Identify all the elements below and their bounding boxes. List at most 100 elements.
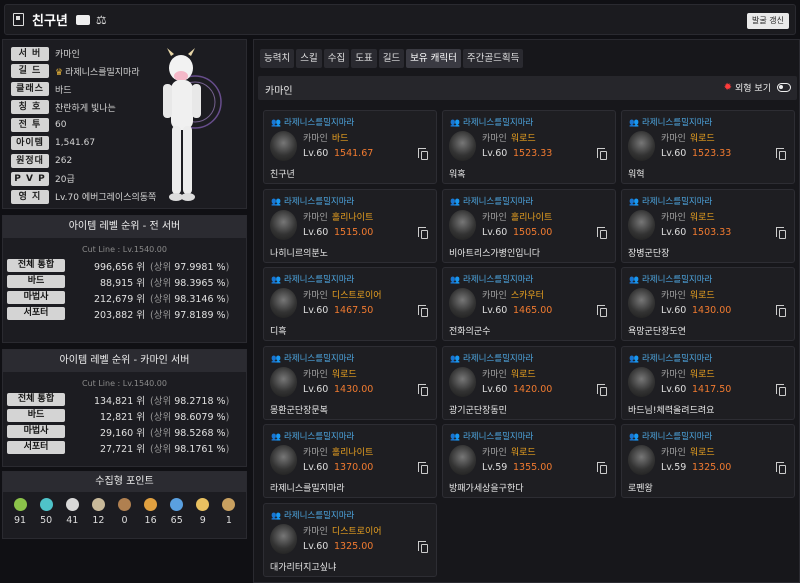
people-icon: 👥	[450, 353, 460, 363]
collectible-item[interactable]: 1	[217, 498, 241, 526]
tab-6[interactable]: 보유 캐릭터	[406, 49, 461, 68]
copy-icon[interactable]	[597, 383, 607, 396]
copy-icon[interactable]	[418, 462, 428, 474]
copy-icon[interactable]	[597, 226, 607, 239]
character-card[interactable]: 👥 라제니스를밀지마라 카마인 스카우터 Lv.60 1465.00 전화의군수	[442, 267, 616, 341]
profile-value: 카마인	[55, 47, 80, 60]
tab-3[interactable]: 수집	[323, 49, 350, 68]
copy-icon[interactable]	[776, 305, 786, 317]
rank-percent: (상위 98.1761 %)	[150, 441, 229, 455]
tab-5[interactable]: 길드	[378, 49, 405, 68]
card-server-class: 카마인 홀리나이트	[482, 210, 552, 223]
collectible-item[interactable]: 0	[112, 498, 136, 526]
rank-pct-prefix: (상위	[150, 427, 172, 439]
character-portrait	[270, 288, 297, 318]
character-portrait	[628, 209, 655, 240]
card-item-level: 1420.00	[513, 383, 553, 395]
tab-7[interactable]: 주간골드획득	[462, 49, 524, 68]
card-guild: 👥 라제니스를밀지마라	[450, 430, 533, 442]
copy-icon[interactable]	[776, 226, 786, 239]
character-card[interactable]: 👥 라제니스를밀지마라 카마인 워로드 Lv.60 1430.00 욕망군단장도연	[621, 267, 795, 341]
profile-row: 서 버 카마인	[11, 46, 80, 61]
character-portrait	[628, 366, 655, 397]
rank-label: 바드	[7, 409, 65, 422]
card-guild-name: 라제니스를밀지마라	[283, 275, 355, 285]
profile-row: 영 지 Lv.70 에버그레이스의동쪽	[11, 189, 156, 204]
card-server: 카마인	[303, 134, 328, 144]
collectible-item[interactable]: 41	[60, 498, 84, 526]
collectible-count: 50	[40, 515, 53, 526]
copy-icon[interactable]	[418, 540, 428, 553]
card-class: 워로드	[689, 448, 715, 458]
character-card[interactable]: 👥 라제니스를밀지마라 카마인 워로드 Lv.60 1420.00 광기군단장동민	[442, 345, 616, 420]
collectible-item[interactable]: 12	[86, 498, 110, 526]
card-class: 바드	[331, 134, 349, 144]
scale-icon[interactable]: ⚖	[96, 13, 107, 27]
rank-percent: (상위 97.9981 %)	[150, 259, 229, 273]
character-card[interactable]: 👥 라제니스를밀지마라 카마인 홀리나이트 Lv.60 1515.00 나히니르의분노	[263, 188, 437, 263]
collectible-item[interactable]: 91	[8, 498, 32, 526]
card-server-class: 카마인 워로드	[482, 445, 536, 458]
tab-4[interactable]: 도표	[351, 49, 377, 68]
copy-icon[interactable]	[418, 383, 428, 396]
collectible-item[interactable]: 9	[191, 498, 215, 526]
character-card[interactable]: 👥 라제니스를밀지마라 카마인 디스트로이어 Lv.60 1325.00 대가리터지고싶냐	[263, 502, 437, 577]
copy-icon[interactable]	[597, 305, 607, 317]
server-section-title: 카마인	[265, 86, 293, 97]
collectible-item[interactable]: 65	[165, 498, 189, 526]
bookmark-icon[interactable]	[13, 13, 24, 26]
copy-icon[interactable]	[776, 383, 786, 396]
character-portrait	[270, 523, 297, 554]
card-class: 워로드	[510, 134, 536, 144]
card-guild: 👥 라제니스를밀지마라	[450, 273, 533, 285]
tab-1[interactable]: 능력치	[260, 49, 295, 68]
copy-icon[interactable]	[418, 226, 428, 239]
card-guild: 👥 라제니스를밀지마라	[450, 116, 533, 128]
copy-icon[interactable]	[418, 305, 428, 317]
copy-icon[interactable]	[776, 148, 786, 160]
character-card[interactable]: 👥 라제니스를밀지마라 카마인 워로드 Lv.59 1325.00 로펜왕	[621, 424, 795, 498]
rank-pct-suffix: )	[225, 261, 230, 273]
collectible-count: 16	[144, 515, 157, 526]
rank-label: 전체 통합	[7, 259, 65, 272]
collectible-item[interactable]: 50	[34, 498, 58, 526]
character-card[interactable]: 👥 라제니스를밀지마라 카마인 워로드 Lv.60 1523.33 워혹	[442, 110, 616, 184]
character-card[interactable]: 👥 라제니스를밀지마라 카마인 디스트로이어 Lv.60 1467.50 디흑	[263, 267, 437, 341]
tab-2[interactable]: 스킬	[296, 49, 322, 68]
character-card[interactable]: 👥 라제니스를밀지마라 카마인 워로드 Lv.60 1523.33 워혁	[621, 110, 795, 184]
card-level: Lv.60	[303, 383, 329, 395]
id-card-icon[interactable]	[75, 14, 90, 25]
profile-key: 클래스	[11, 82, 49, 97]
rank-all-cutline: Cut Line : Lv.1540.00	[82, 245, 167, 254]
character-card[interactable]: 👥 라제니스를밀지마라 카마인 워로드 Lv.60 1417.50 바드님!체력올려드려요	[621, 345, 795, 420]
copy-icon[interactable]	[597, 462, 607, 474]
profile-value-text: Lv.70 에버그레이스의동쪽	[55, 193, 157, 204]
card-item-level: 1325.00	[334, 540, 374, 552]
character-card[interactable]: 👥 라제니스를밀지마라 카마인 워로드 Lv.59 1355.00 방패가세상을구한다	[442, 424, 616, 498]
character-card[interactable]: 👥 라제니스를밀지마라 카마인 바드 Lv.60 1541.67 친구년	[263, 110, 437, 184]
rank-number: 27,721 위	[99, 443, 145, 455]
collect-title: 수집형 포인트	[3, 472, 246, 492]
appearance-toggle[interactable]: ✹ 외형 보기	[724, 81, 791, 94]
toggle-switch[interactable]	[777, 83, 791, 92]
island-heart-icon	[39, 498, 53, 511]
character-card[interactable]: 👥 라제니스를밀지마라 카마인 워로드 Lv.60 1503.33 장병군단장	[621, 188, 795, 263]
character-card[interactable]: 👥 라제니스를밀지마라 카마인 홀리나이트 Lv.60 1370.00 라제니스를밀지마라	[263, 424, 437, 498]
card-server: 카마인	[661, 134, 686, 144]
copy-icon[interactable]	[418, 148, 428, 160]
right-panel: 능력치 스킬 수집 도표 길드 보유 캐릭터 주간골드획득 카마인 ✹ 외형 보기 👥 라제니…	[253, 39, 800, 583]
card-server-class: 카마인 워로드	[303, 367, 357, 380]
card-class: 디스트로이어	[331, 291, 382, 301]
profile-key: 아이템	[11, 136, 49, 150]
card-server-class: 카마인 스카우터	[482, 288, 544, 301]
character-card[interactable]: 👥 라제니스를밀지마라 카마인 홀리나이트 Lv.60 1505.00 비아트리스가병인입니…	[442, 188, 616, 263]
copy-icon[interactable]	[597, 148, 607, 160]
card-guild: 👥 라제니스를밀지마라	[629, 273, 712, 285]
rank-label: 서포터	[7, 307, 65, 320]
card-level: Lv.60	[661, 383, 687, 395]
character-card[interactable]: 👥 라제니스를밀지마라 카마인 워로드 Lv.60 1430.00 몽환군단장문복	[263, 345, 437, 420]
refresh-button[interactable]: 발굴 갱신	[747, 13, 789, 29]
character-avatar	[163, 48, 222, 201]
copy-icon[interactable]	[776, 462, 786, 474]
collectible-item[interactable]: 16	[139, 498, 163, 526]
